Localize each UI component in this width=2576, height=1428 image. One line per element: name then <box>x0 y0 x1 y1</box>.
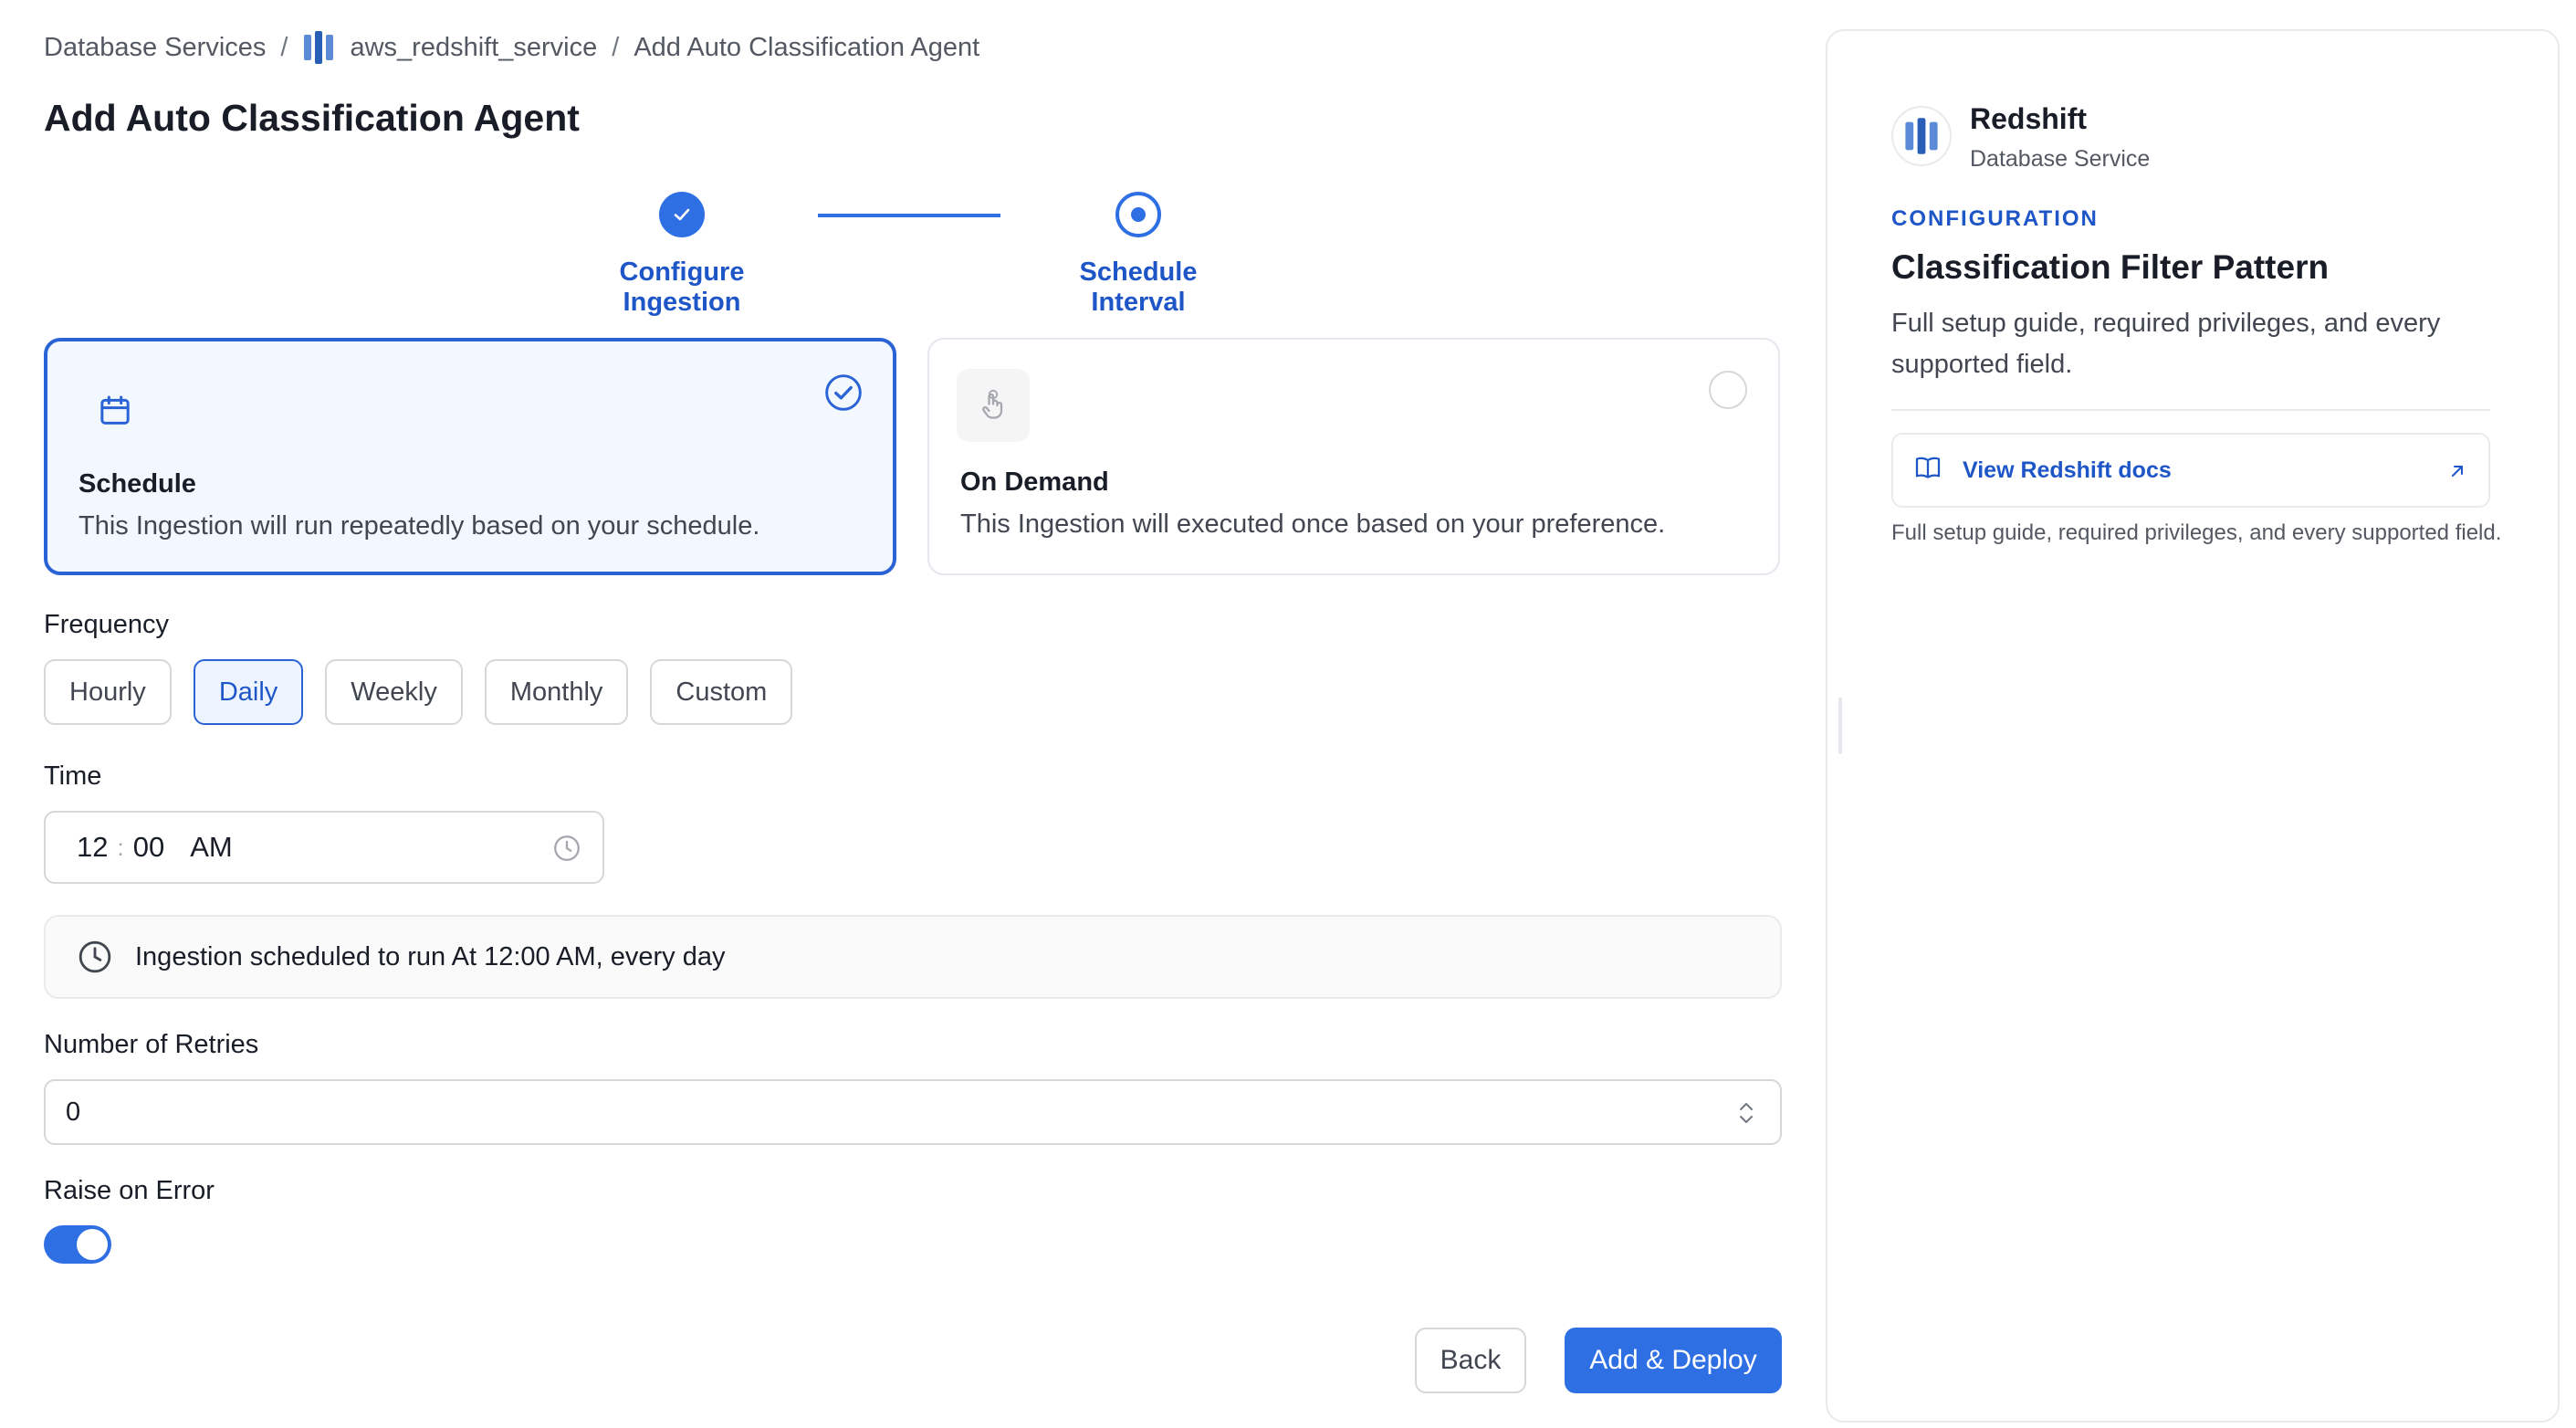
time-separator: : <box>117 833 124 861</box>
breadcrumb: Database Services / aws_redshift_service… <box>44 29 979 66</box>
breadcrumb-separator: / <box>612 32 620 62</box>
on-demand-option-card[interactable]: On Demand This Ingestion will executed o… <box>927 338 1780 575</box>
frequency-weekly[interactable]: Weekly <box>325 659 463 725</box>
time-hour[interactable]: 12 <box>77 831 108 864</box>
book-icon <box>1913 453 1942 488</box>
page-title: Add Auto Classification Agent <box>44 97 580 139</box>
breadcrumb-database-services[interactable]: Database Services <box>44 33 266 63</box>
external-link-arrow-icon <box>2446 460 2468 488</box>
retries-input[interactable]: 0 <box>44 1079 1782 1145</box>
configuration-caption: CONFIGURATION <box>1891 206 2099 231</box>
step-schedule-interval-indicator <box>1115 192 1161 237</box>
raise-on-error-toggle[interactable] <box>44 1225 111 1264</box>
retries-label: Number of Retries <box>44 1030 259 1059</box>
clock-icon <box>79 940 111 973</box>
schedule-option-description: This Ingestion will run repeatedly based… <box>79 511 760 541</box>
check-circle-icon <box>823 373 864 417</box>
frequency-options: Hourly Daily Weekly Monthly Custom <box>44 659 793 725</box>
service-type: Database Service <box>1970 146 2151 172</box>
time-picker[interactable]: 12 : 00 AM <box>44 811 604 884</box>
add-deploy-button[interactable]: Add & Deploy <box>1565 1328 1782 1393</box>
divider <box>1891 409 2490 411</box>
calendar-icon <box>97 393 133 434</box>
check-icon <box>674 208 690 221</box>
back-button[interactable]: Back <box>1415 1328 1526 1393</box>
breadcrumb-current: Add Auto Classification Agent <box>634 32 980 62</box>
schedule-summary: Ingestion scheduled to run At 12:00 AM, … <box>44 915 1782 999</box>
step-label-schedule-interval: Schedule Interval <box>1079 257 1198 317</box>
view-docs-link[interactable]: View Redshift docs <box>1891 433 2490 508</box>
step-label-configure-ingestion: Configure Ingestion <box>619 257 745 317</box>
stepper-chevrons-icon[interactable] <box>1736 1097 1756 1136</box>
schedule-summary-text: Ingestion scheduled to run At 12:00 AM, … <box>135 941 726 971</box>
side-panel <box>1826 29 2560 1423</box>
stepper-connector <box>818 214 1000 217</box>
schedule-option-title: Schedule <box>79 469 196 499</box>
configuration-title: Classification Filter Pattern <box>1891 248 2330 286</box>
breadcrumb-service[interactable]: aws_redshift_service <box>350 33 597 63</box>
raise-on-error-label: Raise on Error <box>44 1176 215 1205</box>
step-configure-ingestion-check <box>659 192 705 237</box>
on-demand-radio[interactable] <box>1709 371 1747 409</box>
resize-handle[interactable] <box>1838 698 1842 754</box>
toggle-knob <box>77 1229 108 1260</box>
time-label: Time <box>44 761 102 791</box>
retries-value: 0 <box>66 1097 81 1127</box>
time-minute[interactable]: 00 <box>133 831 164 864</box>
breadcrumb-separator: / <box>280 32 288 62</box>
redshift-icon <box>302 29 335 66</box>
time-period[interactable]: AM <box>190 831 233 864</box>
clock-icon[interactable] <box>551 833 582 871</box>
frequency-label: Frequency <box>44 610 170 639</box>
on-demand-option-title: On Demand <box>960 467 1109 497</box>
frequency-daily[interactable]: Daily <box>193 659 304 725</box>
service-name: Redshift <box>1970 102 2087 135</box>
redshift-icon <box>1891 106 1952 166</box>
frequency-monthly[interactable]: Monthly <box>484 659 629 725</box>
on-demand-option-description: This Ingestion will executed once based … <box>960 509 1666 539</box>
frequency-hourly[interactable]: Hourly <box>44 659 172 725</box>
frequency-custom[interactable]: Custom <box>650 659 793 725</box>
view-docs-label: View Redshift docs <box>1963 457 2172 483</box>
docs-note: Full setup guide, required privileges, a… <box>1891 520 2502 545</box>
hand-pointer-icon <box>957 369 1030 442</box>
configuration-description: Full setup guide, required privileges, a… <box>1891 309 2441 379</box>
schedule-option-card[interactable]: Schedule This Ingestion will run repeate… <box>44 338 896 575</box>
